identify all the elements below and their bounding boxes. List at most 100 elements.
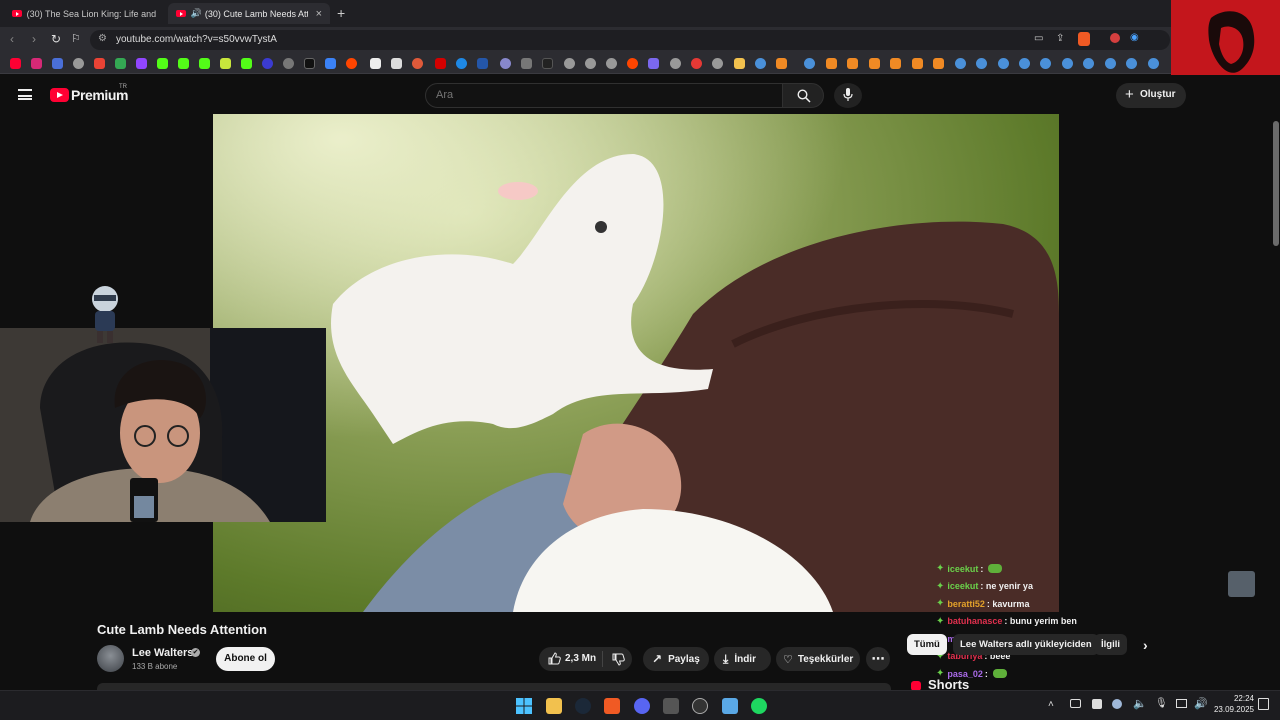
bookmark-site-icon[interactable]: [412, 58, 423, 69]
video-player[interactable]: [213, 114, 1059, 612]
folder-icon[interactable]: [734, 58, 745, 69]
bookmark-globe-icon[interactable]: [712, 58, 723, 69]
windows-start-icon[interactable]: [516, 698, 532, 714]
bookmark-steam-icon[interactable]: [1083, 58, 1094, 69]
microphone-icon[interactable]: 🎙: [1155, 698, 1168, 709]
bookmark-site-icon[interactable]: [325, 58, 336, 69]
brave-shield-icon[interactable]: [1078, 32, 1090, 46]
tab-close-icon[interactable]: ×: [316, 8, 322, 20]
youtube-logo-icon[interactable]: [50, 88, 69, 102]
bookmark-youtube-icon[interactable]: [10, 58, 21, 69]
subscribe-button[interactable]: Abone ol: [216, 647, 275, 671]
cast-icon[interactable]: ▭: [1034, 33, 1043, 44]
bookmark-globe-icon[interactable]: [670, 58, 681, 69]
network-icon[interactable]: [1176, 699, 1187, 708]
channel-avatar[interactable]: [97, 645, 124, 672]
back-icon[interactable]: ‹: [10, 32, 14, 46]
new-tab-button[interactable]: +: [337, 5, 345, 21]
bookmark-kick-icon[interactable]: [241, 58, 252, 69]
reload-icon[interactable]: ↻: [51, 32, 61, 46]
bookmark-icon[interactable]: ⚐: [71, 32, 81, 45]
bookmark-site-icon[interactable]: [435, 58, 446, 69]
bookmark-site-icon[interactable]: [933, 58, 944, 69]
chips-next-icon[interactable]: ›: [1136, 634, 1155, 655]
search-button[interactable]: [782, 83, 824, 108]
bookmark-globe-icon[interactable]: [606, 58, 617, 69]
bookmark-site-icon[interactable]: [220, 58, 231, 69]
bookmark-site-icon[interactable]: [52, 58, 63, 69]
chip-related[interactable]: İlgili: [1094, 634, 1127, 655]
voice-search-button[interactable]: [834, 83, 862, 108]
bookmark-site-icon[interactable]: [542, 58, 553, 69]
bookmark-site-icon[interactable]: [391, 58, 402, 69]
extension-icon[interactable]: [1110, 33, 1120, 43]
file-explorer-icon[interactable]: [546, 698, 562, 714]
battery-icon[interactable]: [1070, 699, 1081, 708]
bookmark-site-icon[interactable]: [262, 58, 273, 69]
bookmark-kick-icon[interactable]: [199, 58, 210, 69]
bookmark-site-icon[interactable]: [456, 58, 467, 69]
bookmark-site-icon[interactable]: [648, 58, 659, 69]
tray-steam-icon[interactable]: [1112, 699, 1122, 709]
bookmark-kick-icon[interactable]: [157, 58, 168, 69]
bookmark-steam-icon[interactable]: [955, 58, 966, 69]
site-info-icon[interactable]: ⚙: [98, 33, 107, 44]
bookmark-x-icon[interactable]: [304, 58, 315, 69]
chip-all[interactable]: Tümü: [907, 634, 947, 655]
spotify-icon[interactable]: [751, 698, 767, 714]
bookmark-instagram-icon[interactable]: [31, 58, 42, 69]
bookmark-reddit-icon[interactable]: [346, 58, 357, 69]
bookmark-gmail-icon[interactable]: [94, 58, 105, 69]
steam-icon[interactable]: [575, 698, 591, 714]
page-scrollbar[interactable]: [1272, 113, 1280, 691]
share-button[interactable]: ↗ Paylaş: [643, 647, 709, 671]
search-input[interactable]: [436, 89, 766, 101]
share-icon[interactable]: ⇪: [1056, 33, 1064, 44]
speaker-icon[interactable]: 🔈: [1133, 697, 1147, 710]
more-actions-button[interactable]: ⋯: [866, 647, 890, 671]
download-button[interactable]: ⤓ İndir: [714, 647, 771, 671]
chevron-up-icon[interactable]: ˄: [1048, 699, 1054, 710]
translate-icon[interactable]: ◉: [1130, 32, 1139, 43]
brave-browser-icon[interactable]: [604, 698, 620, 714]
bookmark-steam-icon[interactable]: [1062, 58, 1073, 69]
bookmark-reddit-icon[interactable]: [627, 58, 638, 69]
forward-icon[interactable]: ›: [32, 32, 36, 46]
bookmark-steam-icon[interactable]: [1040, 58, 1051, 69]
bookmark-site-icon[interactable]: [477, 58, 488, 69]
scrollbar-thumb[interactable]: [1273, 121, 1279, 246]
chip-from-uploader[interactable]: Lee Walters adlı yükleyiciden: [953, 634, 1099, 655]
discord-icon[interactable]: [634, 698, 650, 714]
bookmark-site-icon[interactable]: [500, 58, 511, 69]
bookmark-steam-icon[interactable]: [1019, 58, 1030, 69]
app-icon[interactable]: [722, 698, 738, 714]
tray-app-icon[interactable]: [1092, 699, 1102, 709]
bookmark-steam-icon[interactable]: [1105, 58, 1116, 69]
bookmark-twitch-icon[interactable]: [136, 58, 147, 69]
bookmark-site-icon[interactable]: [283, 58, 294, 69]
bookmark-kick-icon[interactable]: [178, 58, 189, 69]
bookmark-steam-icon[interactable]: [1148, 58, 1159, 69]
bookmark-globe-icon[interactable]: [585, 58, 596, 69]
bookmark-site-icon[interactable]: [847, 58, 858, 69]
bookmark-globe-icon[interactable]: [73, 58, 84, 69]
app-icon[interactable]: [663, 698, 679, 714]
bookmark-steam-icon[interactable]: [755, 58, 766, 69]
thanks-button[interactable]: ♡ Teşekkürler: [776, 647, 860, 671]
notification-icon[interactable]: [1258, 698, 1269, 710]
bookmark-globe-icon[interactable]: [564, 58, 575, 69]
browser-tab-sea-lion[interactable]: (30) The Sea Lion King: Life and Dang: [4, 3, 164, 24]
create-button[interactable]: + Oluştur: [1116, 83, 1186, 108]
system-clock[interactable]: 22:24 23.09.2025: [1212, 693, 1254, 715]
browser-tab-cute-lamb[interactable]: 🔊 (30) Cute Lamb Needs Attenti ×: [168, 3, 330, 24]
bookmark-site-icon[interactable]: [826, 58, 837, 69]
obs-icon[interactable]: [692, 698, 708, 714]
bookmark-site-icon[interactable]: [370, 58, 381, 69]
dislike-button[interactable]: [612, 653, 625, 669]
url-bar[interactable]: ⚙ youtube.com/watch?v=s50vvwTystA ▭ ⇪ ◉: [90, 30, 1170, 50]
bookmark-site-icon[interactable]: [869, 58, 880, 69]
bookmark-site-icon[interactable]: [890, 58, 901, 69]
like-button[interactable]: [548, 652, 561, 668]
volume-icon[interactable]: 🔊: [1194, 697, 1208, 710]
hamburger-menu-icon[interactable]: [18, 89, 32, 100]
